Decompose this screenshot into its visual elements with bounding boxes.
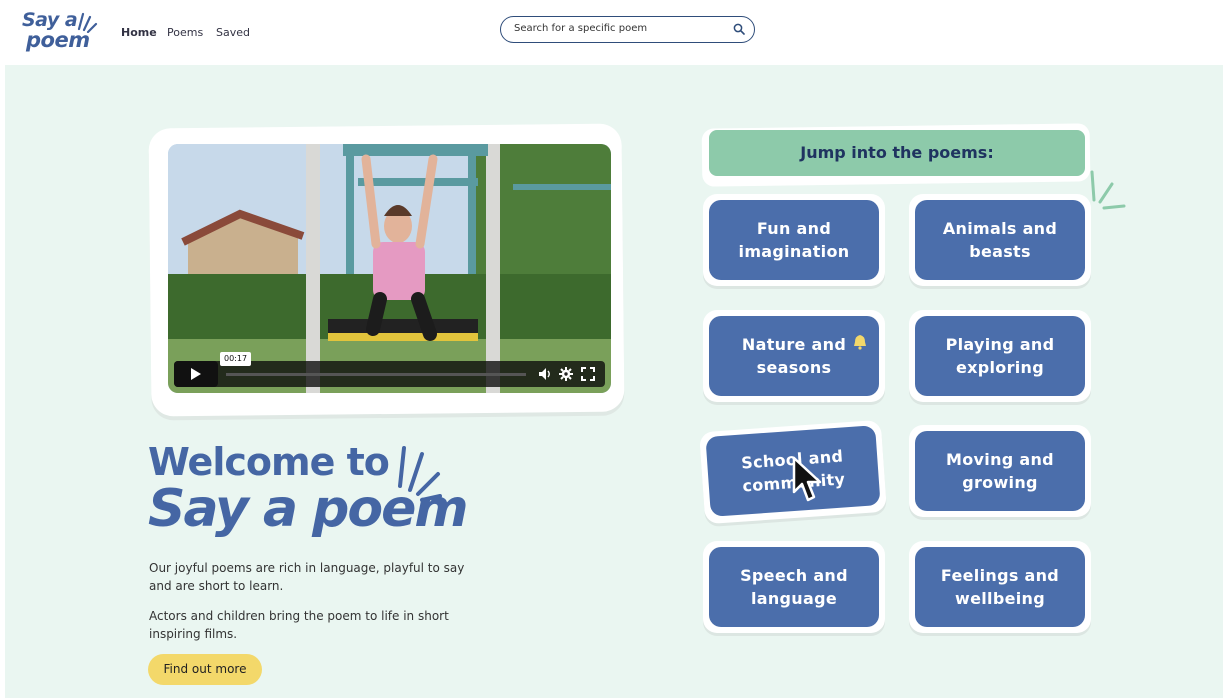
find-out-more-button[interactable]: Find out more [148,654,262,685]
poems-burst-icon [1090,170,1126,210]
play-button[interactable] [174,361,218,387]
intro-paragraph-1: Our joyful poems are rich in language, p… [149,561,465,593]
category-moving-and-growing[interactable]: Moving and growing [915,431,1085,511]
poems-heading: Jump into the poems: [709,130,1085,176]
play-icon [191,368,201,380]
video-timestamp: 00:17 [220,352,252,366]
category-feelings-and-wellbeing[interactable]: Feelings and wellbeing [915,547,1085,627]
right-edge [1223,65,1228,698]
site-logo[interactable]: Say a poem [22,9,102,55]
category-animals-and-beasts[interactable]: Animals and beasts [915,200,1085,280]
volume-icon[interactable] [538,367,552,381]
settings-gear-icon[interactable] [559,367,573,381]
nav-saved[interactable]: Saved [216,26,250,39]
video-progress-bar[interactable] [226,373,526,376]
welcome-title-line1: Welcome to [148,440,390,484]
nav-poems[interactable]: Poems [167,26,203,39]
mouse-cursor-icon [792,456,822,502]
bell-icon [854,335,866,350]
search-placeholder: Search for a specific poem [514,23,648,34]
search-input[interactable]: Search for a specific poem [500,16,755,43]
nav-home[interactable]: Home [121,26,157,39]
search-icon[interactable] [733,23,745,35]
intro-paragraph-2: Actors and children bring the poem to li… [149,609,449,641]
category-nature-and-seasons[interactable]: Nature and seasons [709,316,879,396]
category-speech-and-language[interactable]: Speech and language [709,547,879,627]
category-fun-and-imagination[interactable]: Fun and imagination [709,200,879,280]
logo-burst-icon [77,12,98,33]
category-playing-and-exploring[interactable]: Playing and exploring [915,316,1085,396]
welcome-burst-icon [398,446,442,502]
left-edge [0,65,5,698]
fullscreen-icon[interactable] [581,367,595,381]
